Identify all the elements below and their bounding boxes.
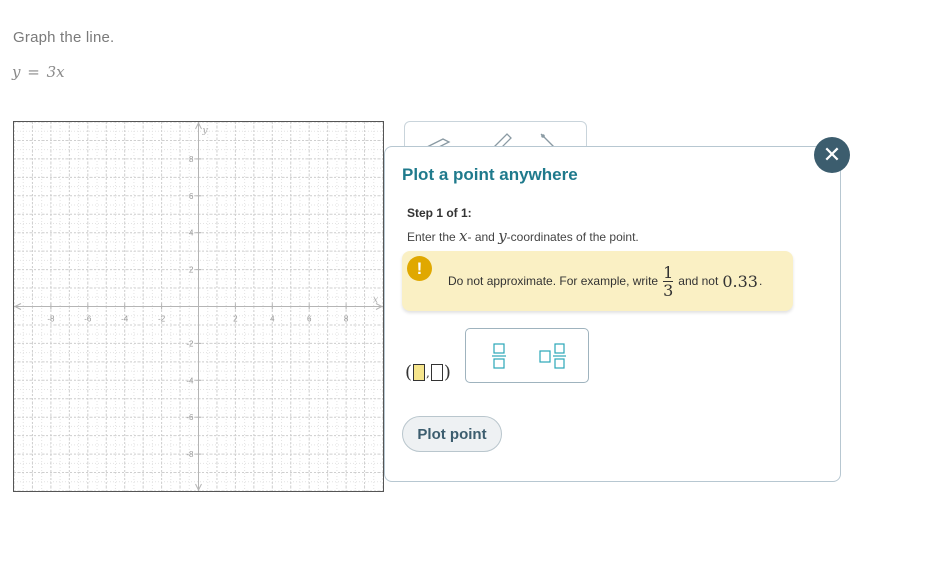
x-tick-label: -4 — [121, 315, 129, 324]
x-tick-label: 6 — [307, 315, 312, 324]
dialog-title: Plot a point anywhere — [402, 165, 578, 184]
x-tick-label: 4 — [270, 315, 275, 324]
example-fraction: 1 3 — [663, 262, 674, 300]
warning-icon: ! — [407, 256, 432, 281]
question-equation: y = 3x — [12, 63, 65, 81]
step-instructions: Enter the x- and y-coordinates of the po… — [407, 227, 639, 245]
x-axis-label: x — [373, 296, 378, 306]
fraction-key[interactable] — [484, 341, 514, 371]
y-tick-label: 4 — [189, 229, 194, 238]
x-tick-label: -6 — [84, 315, 92, 324]
y-tick-label: 8 — [189, 155, 194, 164]
close-dialog-button[interactable]: ✕ — [814, 137, 850, 173]
x-tick-label: -2 — [158, 315, 166, 324]
mixed-number-key[interactable] — [538, 341, 568, 371]
step-label: Step 1 of 1: — [407, 206, 472, 220]
plot-point-button[interactable]: Plot point — [402, 416, 502, 452]
coordinate-input[interactable]: ( , ) — [405, 362, 451, 383]
x-tick-label: 2 — [233, 315, 238, 324]
x-tick-label: 8 — [344, 315, 349, 324]
y-tick-label: 2 — [189, 266, 194, 275]
y-tick-label: -2 — [186, 339, 194, 348]
y-tick-label: -4 — [186, 376, 194, 385]
y-axis-label: y — [202, 126, 209, 136]
y-tick-label: -8 — [186, 450, 194, 459]
y-tick-label: 6 — [189, 192, 194, 201]
x-tick-label: -8 — [47, 315, 55, 324]
warning-text: Do not approximate. For example, write 1… — [448, 262, 763, 300]
math-keypad — [465, 328, 589, 383]
coordinate-graph[interactable]: -8 -8 -6 -6 -4 -4 -2 -2 2 2 4 4 6 6 8 8 x y — [13, 121, 384, 492]
x-coordinate-field[interactable] — [413, 364, 426, 381]
graph-canvas[interactable]: -8 -8 -6 -6 -4 -4 -2 -2 2 2 4 4 6 6 8 8 x y — [14, 122, 383, 491]
question-instruction: Graph the line. — [13, 29, 115, 46]
approximation-warning: ! Do not approximate. For example, write… — [402, 251, 793, 311]
y-coordinate-field[interactable] — [430, 364, 443, 381]
point-entry-dialog: Plot a point anywhere Step 1 of 1: Enter… — [384, 146, 841, 482]
y-tick-label: -6 — [186, 413, 194, 422]
